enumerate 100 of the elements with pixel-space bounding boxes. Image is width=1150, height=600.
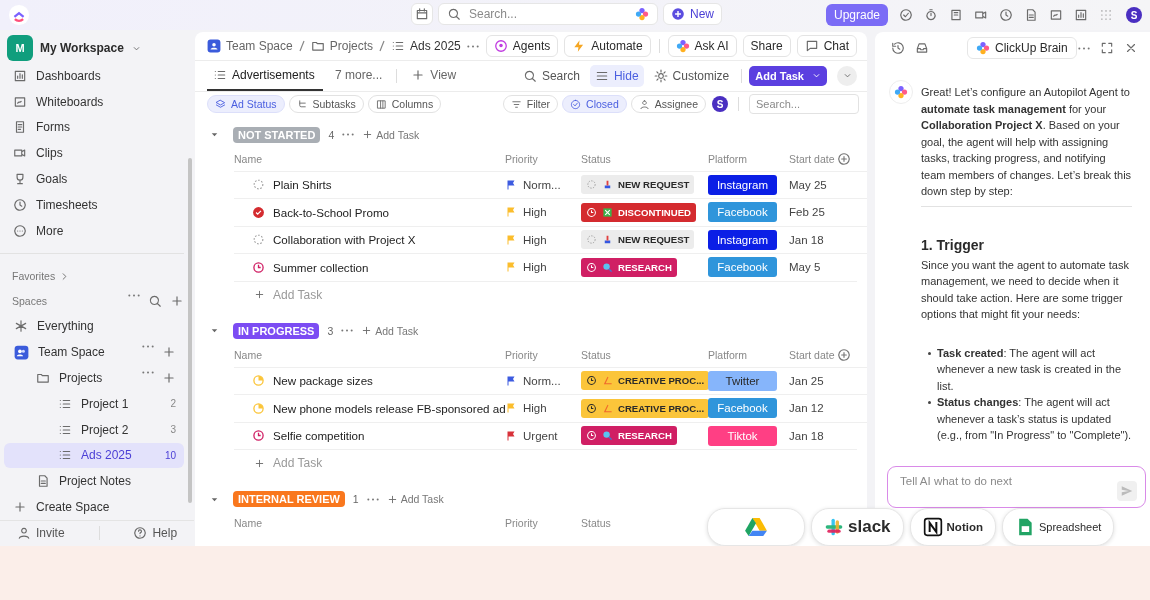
app-logo-icon[interactable] bbox=[8, 4, 30, 26]
user-avatar[interactable]: S bbox=[1126, 7, 1142, 23]
task-row[interactable]: Collaboration with Project X High NEW REQUEST Instagram Jan 18 bbox=[234, 225, 867, 253]
task-status-icon[interactable] bbox=[252, 260, 265, 274]
chat-input-box[interactable]: Tell AI what to do next bbox=[887, 466, 1146, 508]
task-row[interactable]: Summer collection High RESEARCH Facebook May 5 bbox=[234, 253, 867, 281]
more-icon[interactable] bbox=[1078, 46, 1090, 50]
task-status-icon[interactable] bbox=[252, 233, 265, 247]
chat-input[interactable]: Tell AI what to do next bbox=[900, 475, 1103, 495]
task-row[interactable]: New package sizes Norm... CREATIVE PROC... Twitter Jan 25 bbox=[234, 366, 867, 394]
status-badge[interactable]: CREATIVE PROC... bbox=[581, 398, 710, 418]
integration-badge[interactable]: Spreadsheet bbox=[1001, 508, 1115, 546]
sidebar-item[interactable]: Project 2 3 bbox=[4, 416, 184, 443]
start-date[interactable]: Jan 12 bbox=[789, 402, 837, 415]
invite-button[interactable]: Invite bbox=[16, 526, 65, 541]
workspace-switcher[interactable]: M My Workspace bbox=[0, 30, 194, 63]
start-date[interactable]: Jan 25 bbox=[789, 374, 837, 387]
filter-chip[interactable]: Ad Status bbox=[207, 95, 285, 114]
task-name[interactable]: Summer collection bbox=[273, 260, 369, 274]
breadcrumb-link[interactable]: Projects bbox=[310, 39, 374, 53]
upgrade-button[interactable]: Upgrade bbox=[825, 4, 888, 26]
integration-badge[interactable]: Notion bbox=[909, 508, 996, 546]
more-icon[interactable] bbox=[342, 133, 355, 136]
task-status-icon[interactable] bbox=[252, 429, 265, 443]
more-icon[interactable] bbox=[142, 371, 154, 375]
more-icon[interactable] bbox=[466, 44, 479, 48]
assignee-avatar[interactable]: S bbox=[712, 96, 728, 113]
toolbar-button[interactable]: Agents bbox=[485, 35, 559, 57]
start-date[interactable]: Feb 25 bbox=[789, 206, 837, 219]
calendar-button[interactable] bbox=[411, 3, 433, 25]
task-name[interactable]: Selfie competition bbox=[273, 429, 365, 443]
assistant-title-button[interactable]: ClickUp Brain bbox=[967, 37, 1077, 59]
platform-tag[interactable]: Twitter bbox=[708, 370, 777, 391]
more-icon[interactable] bbox=[341, 329, 354, 332]
view-tab[interactable]: Advertisements bbox=[207, 61, 323, 91]
start-date[interactable]: May 5 bbox=[789, 261, 837, 274]
task-row[interactable]: Selfie competition Urgent RESEARCH Tiktok Jan 18 bbox=[234, 421, 867, 449]
breadcrumb-link[interactable]: Team Space bbox=[207, 39, 293, 53]
sidebar-item[interactable]: Team Space bbox=[4, 339, 184, 366]
toolbar-button[interactable]: Share bbox=[742, 35, 791, 57]
breadcrumb-link[interactable]: Ads 2025 bbox=[391, 39, 461, 53]
more-icon[interactable] bbox=[128, 294, 140, 298]
task-name[interactable]: New phone models release FB-sponsored ad bbox=[273, 401, 506, 415]
task-name[interactable]: Plain Shirts bbox=[273, 178, 332, 192]
status-badge[interactable]: NEW REQUEST bbox=[581, 230, 695, 250]
sidebar-item[interactable]: Ads 2025 10 bbox=[4, 442, 184, 469]
add-task-link[interactable]: Add Task bbox=[361, 324, 419, 337]
search-field[interactable]: Search... bbox=[467, 6, 629, 22]
view-tab[interactable]: 7 more... bbox=[329, 61, 389, 91]
platform-tag[interactable]: Instagram bbox=[708, 174, 777, 195]
platform-tag[interactable]: Instagram bbox=[708, 229, 777, 250]
toolbar-button[interactable]: Chat bbox=[796, 35, 857, 57]
nav-item[interactable]: Timesheets bbox=[0, 192, 184, 218]
more-icon[interactable] bbox=[142, 345, 154, 349]
status-badge[interactable]: CREATIVE PROC... bbox=[581, 371, 710, 391]
sidebar-item[interactable]: Project 1 2 bbox=[4, 390, 184, 417]
status-badge[interactable]: NEW REQUEST bbox=[581, 175, 695, 195]
toolbar-button[interactable]: Hide bbox=[589, 64, 644, 87]
start-date[interactable]: Jan 18 bbox=[789, 233, 837, 246]
toolbar-button[interactable]: Search bbox=[517, 64, 585, 87]
status-badge[interactable]: RESEARCH bbox=[581, 257, 677, 277]
nav-item[interactable]: Goals bbox=[0, 166, 184, 192]
toolbar-button[interactable]: Customize bbox=[648, 64, 735, 87]
help-button[interactable]: Help bbox=[133, 526, 178, 541]
integration-badge[interactable] bbox=[707, 508, 805, 546]
task-name[interactable]: New package sizes bbox=[273, 374, 373, 388]
sidebar-item[interactable]: Everything bbox=[4, 313, 184, 340]
filter-chip[interactable]: Closed bbox=[562, 95, 627, 114]
status-badge[interactable]: DISCONTINUED bbox=[581, 202, 697, 222]
toolbar-button[interactable]: Automate bbox=[564, 35, 651, 57]
sidebar-item[interactable]: Projects bbox=[4, 365, 184, 391]
nav-item[interactable]: More bbox=[0, 217, 184, 244]
section-label[interactable]: Favorites bbox=[12, 270, 56, 283]
create-space-button[interactable]: Create Space bbox=[0, 494, 184, 520]
task-status-icon[interactable] bbox=[252, 178, 265, 192]
task-name[interactable]: Collaboration with Project X bbox=[273, 233, 416, 247]
start-date[interactable]: May 25 bbox=[789, 178, 837, 191]
task-status-icon[interactable] bbox=[252, 205, 265, 219]
task-row[interactable]: Back-to-School Promo High DISCONTINUED Facebook Feb 25 bbox=[234, 198, 867, 226]
more-icon[interactable] bbox=[366, 497, 379, 501]
toolbar-button[interactable]: Ask AI bbox=[667, 35, 737, 57]
status-group-label[interactable]: IN PROGRESS bbox=[233, 322, 320, 339]
search-bar[interactable]: Search... bbox=[438, 3, 658, 25]
start-date[interactable]: Jan 18 bbox=[789, 429, 837, 442]
new-button[interactable]: New bbox=[663, 3, 722, 25]
nav-item[interactable]: Forms bbox=[0, 114, 184, 141]
nav-item[interactable]: Clips bbox=[0, 140, 184, 167]
nav-item[interactable]: Dashboards bbox=[0, 63, 184, 89]
add-task-button[interactable]: Add Task bbox=[749, 65, 827, 86]
nav-item[interactable]: Whiteboards bbox=[0, 88, 184, 115]
sidebar-item[interactable]: Project Notes bbox=[4, 468, 184, 495]
add-task-link[interactable]: Add Task bbox=[362, 128, 420, 141]
status-badge[interactable]: RESEARCH bbox=[581, 426, 677, 446]
scrollbar[interactable] bbox=[188, 158, 192, 503]
task-name[interactable]: Back-to-School Promo bbox=[273, 205, 389, 219]
task-row[interactable]: New phone models release FB-sponsored ad High CREATIVE PROC... Facebook Jan 12 bbox=[234, 394, 867, 422]
integration-badge[interactable]: slack bbox=[811, 508, 904, 546]
add-task-link[interactable]: Add Task bbox=[386, 493, 444, 505]
search-field[interactable]: Search... bbox=[749, 94, 859, 115]
task-row[interactable]: Plain Shirts Norm... NEW REQUEST Instagram May 25 bbox=[234, 170, 867, 198]
